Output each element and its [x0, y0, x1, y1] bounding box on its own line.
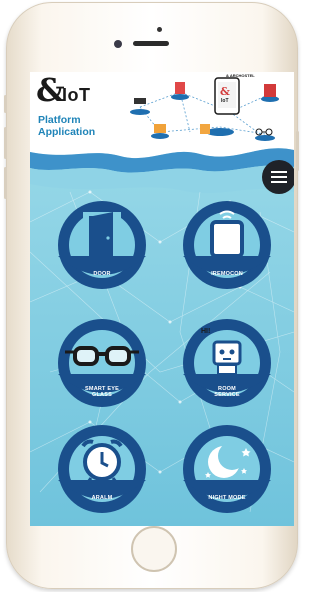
brand-name: IoT [62, 85, 91, 105]
svg-text:&: & [220, 85, 230, 98]
tile-smart-eye-glass[interactable]: SMART EYE GLASS [55, 316, 149, 412]
subtitle-line1: Platform [38, 114, 81, 126]
tile-night-mode-label: NIGHT MODE [208, 495, 246, 501]
tile-smart-eye-glass-line2: GLASS [92, 392, 112, 398]
tile-smart-eye-glass-label: SMART EYE GLASS [55, 386, 149, 398]
remote-control-icon [183, 201, 271, 289]
tile-night-mode[interactable]: NIGHT MODE [180, 422, 274, 518]
hero-small-text: & ARCHOSTEL [226, 73, 255, 78]
box-device-icon [175, 82, 185, 94]
tile-room-service-line2: SERVICE [214, 392, 240, 398]
brand-symbol: & [36, 72, 65, 109]
hamburger-menu-icon[interactable] [262, 160, 294, 194]
app-screen: & & IoT Platform Application & ARCHOSTEL… [30, 72, 294, 526]
tile-iremocon[interactable]: IREMOCON [180, 198, 274, 294]
tile-iremocon-label: IREMOCON [211, 271, 243, 277]
door-icon [58, 201, 146, 289]
power-button [296, 131, 299, 171]
tile-room-service[interactable]: HI! ROOM SERVICE [180, 316, 274, 412]
tile-room-service-label: ROOM SERVICE [180, 386, 274, 398]
subtitle-line2: Application [38, 126, 96, 138]
speaker-device-icon [134, 98, 146, 104]
volume-up-button [4, 127, 7, 159]
front-camera [114, 40, 122, 48]
proximity-sensor [157, 27, 162, 32]
robot-greeting-badge: HI! [201, 328, 211, 335]
tile-alarm[interactable]: ARALM [55, 422, 149, 518]
mute-switch [4, 95, 7, 113]
home-button[interactable] [131, 526, 177, 572]
tile-alarm-label: ARALM [91, 495, 113, 501]
tile-door[interactable]: DOOR [55, 198, 149, 294]
moon-stars-icon [183, 425, 271, 513]
earpiece-speaker [133, 41, 169, 46]
alarm-clock-icon [58, 425, 146, 513]
hero-device-label: IoT [221, 98, 229, 104]
app-subtitle: Platform Application [38, 114, 118, 138]
volume-down-button [4, 167, 7, 199]
tile-door-label: DOOR [93, 271, 111, 277]
